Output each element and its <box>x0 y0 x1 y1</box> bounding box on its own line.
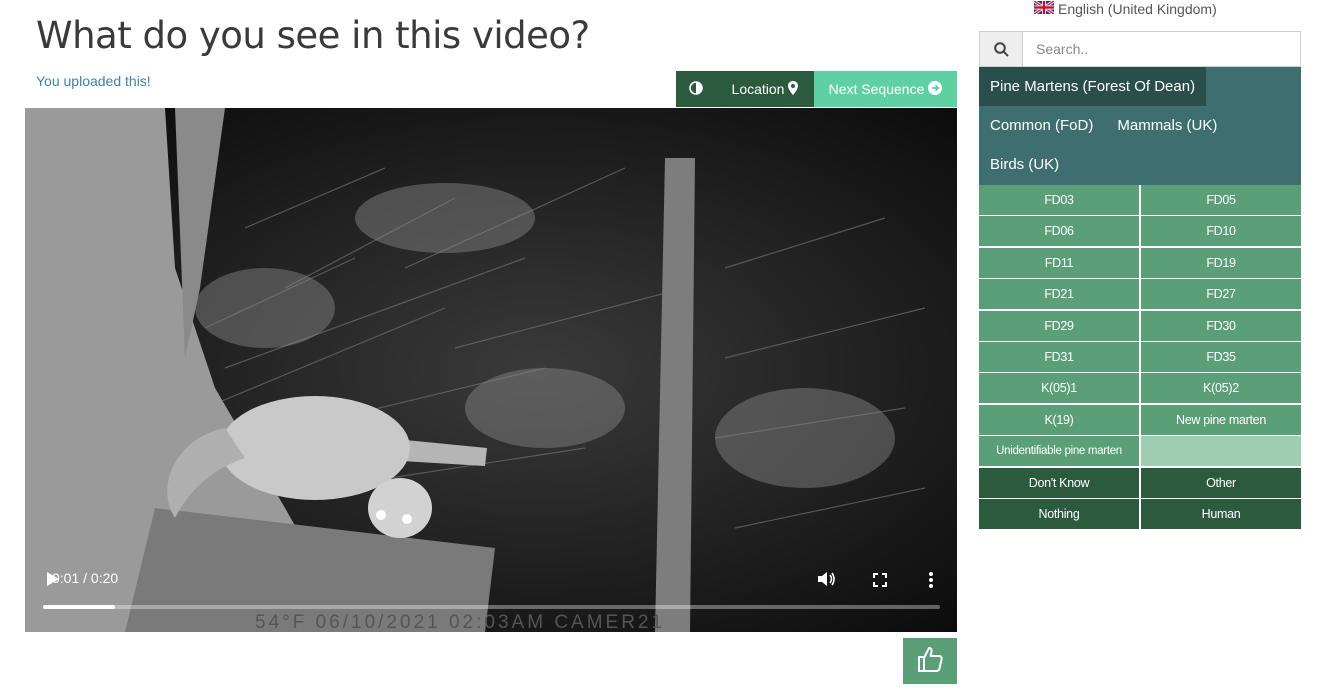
arrow-circle-right-icon <box>928 80 943 98</box>
uploaded-note: You uploaded this! <box>36 73 151 89</box>
video-frame: 54°F 06/10/2021 02:03AM CAMER21 <box>25 108 957 632</box>
species-grid: FD03 FD05 FD06 FD10 FD11 FD19 FD21 FD27 … <box>979 185 1301 530</box>
species-option[interactable]: FD31 <box>979 341 1139 372</box>
species-option[interactable]: New pine marten <box>1141 404 1301 435</box>
classification-panel: Pine Martens (Forest Of Dean) Common (Fo… <box>979 31 1301 530</box>
like-button[interactable] <box>903 638 957 684</box>
search-icon <box>980 32 1023 66</box>
species-option[interactable]: FD10 <box>1141 216 1301 247</box>
svg-text:54°F 06/10/2021 02:03AM: 54°F 06/10/2021 02:03AM CAMER21 <box>255 612 665 632</box>
contrast-icon <box>689 80 703 98</box>
human-button[interactable]: Human <box>1141 498 1301 529</box>
contrast-button[interactable] <box>676 71 716 107</box>
video-progress-fill <box>43 605 115 609</box>
video-time: 0:01 / 0:20 <box>52 570 119 586</box>
search-bar <box>979 31 1301 67</box>
thumbs-up-icon <box>916 645 944 678</box>
volume-icon[interactable] <box>818 571 836 592</box>
category-pine-martens[interactable]: Pine Martens (Forest Of Dean) <box>979 67 1207 106</box>
language-label: English (United Kingdom) <box>1058 1 1217 17</box>
map-marker-icon <box>788 80 799 98</box>
location-button[interactable]: Location <box>716 71 814 107</box>
nothing-button[interactable]: Nothing <box>979 498 1139 529</box>
next-sequence-label: Next Sequence <box>828 81 925 97</box>
category-common-fod[interactable]: Common (FoD) <box>979 106 1104 145</box>
species-option[interactable]: FD03 <box>979 185 1139 215</box>
fullscreen-icon[interactable] <box>873 573 887 592</box>
dont-know-button[interactable]: Don't Know <box>979 467 1139 498</box>
species-option[interactable]: K(05)1 <box>979 373 1139 404</box>
species-option[interactable]: Unidentifiable pine marten <box>979 436 1139 467</box>
more-vert-icon[interactable] <box>929 572 933 593</box>
species-option[interactable]: FD35 <box>1141 341 1301 372</box>
category-mammals-uk[interactable]: Mammals (UK) <box>1104 106 1228 145</box>
species-option[interactable]: FD19 <box>1141 247 1301 278</box>
species-option[interactable]: FD11 <box>979 247 1139 278</box>
uk-flag-icon <box>1033 0 1055 17</box>
species-option[interactable]: FD05 <box>1141 185 1301 215</box>
language-selector[interactable]: English (United Kingdom) <box>1033 0 1217 17</box>
species-option[interactable]: K(05)2 <box>1141 373 1301 404</box>
location-label: Location <box>731 81 785 97</box>
species-option[interactable]: FD29 <box>979 310 1139 341</box>
species-option[interactable]: FD06 <box>979 216 1139 247</box>
search-input[interactable] <box>1023 32 1300 66</box>
empty-cell <box>1141 436 1301 467</box>
other-button[interactable]: Other <box>1141 467 1301 498</box>
species-option[interactable]: K(19) <box>979 404 1139 435</box>
video-progress-bar[interactable] <box>43 605 940 609</box>
species-option[interactable]: FD27 <box>1141 279 1301 310</box>
species-option[interactable]: FD21 <box>979 279 1139 310</box>
species-option[interactable]: FD30 <box>1141 310 1301 341</box>
video-toolbar: Location Next Sequence <box>676 71 957 107</box>
next-sequence-button[interactable]: Next Sequence <box>814 71 957 107</box>
page-title: What do you see in this video? <box>36 14 590 57</box>
category-birds-uk[interactable]: Birds (UK) <box>979 145 1070 184</box>
video-player[interactable]: 54°F 06/10/2021 02:03AM CAMER21 <box>25 108 957 632</box>
category-tabs: Pine Martens (Forest Of Dean) Common (Fo… <box>979 67 1301 185</box>
